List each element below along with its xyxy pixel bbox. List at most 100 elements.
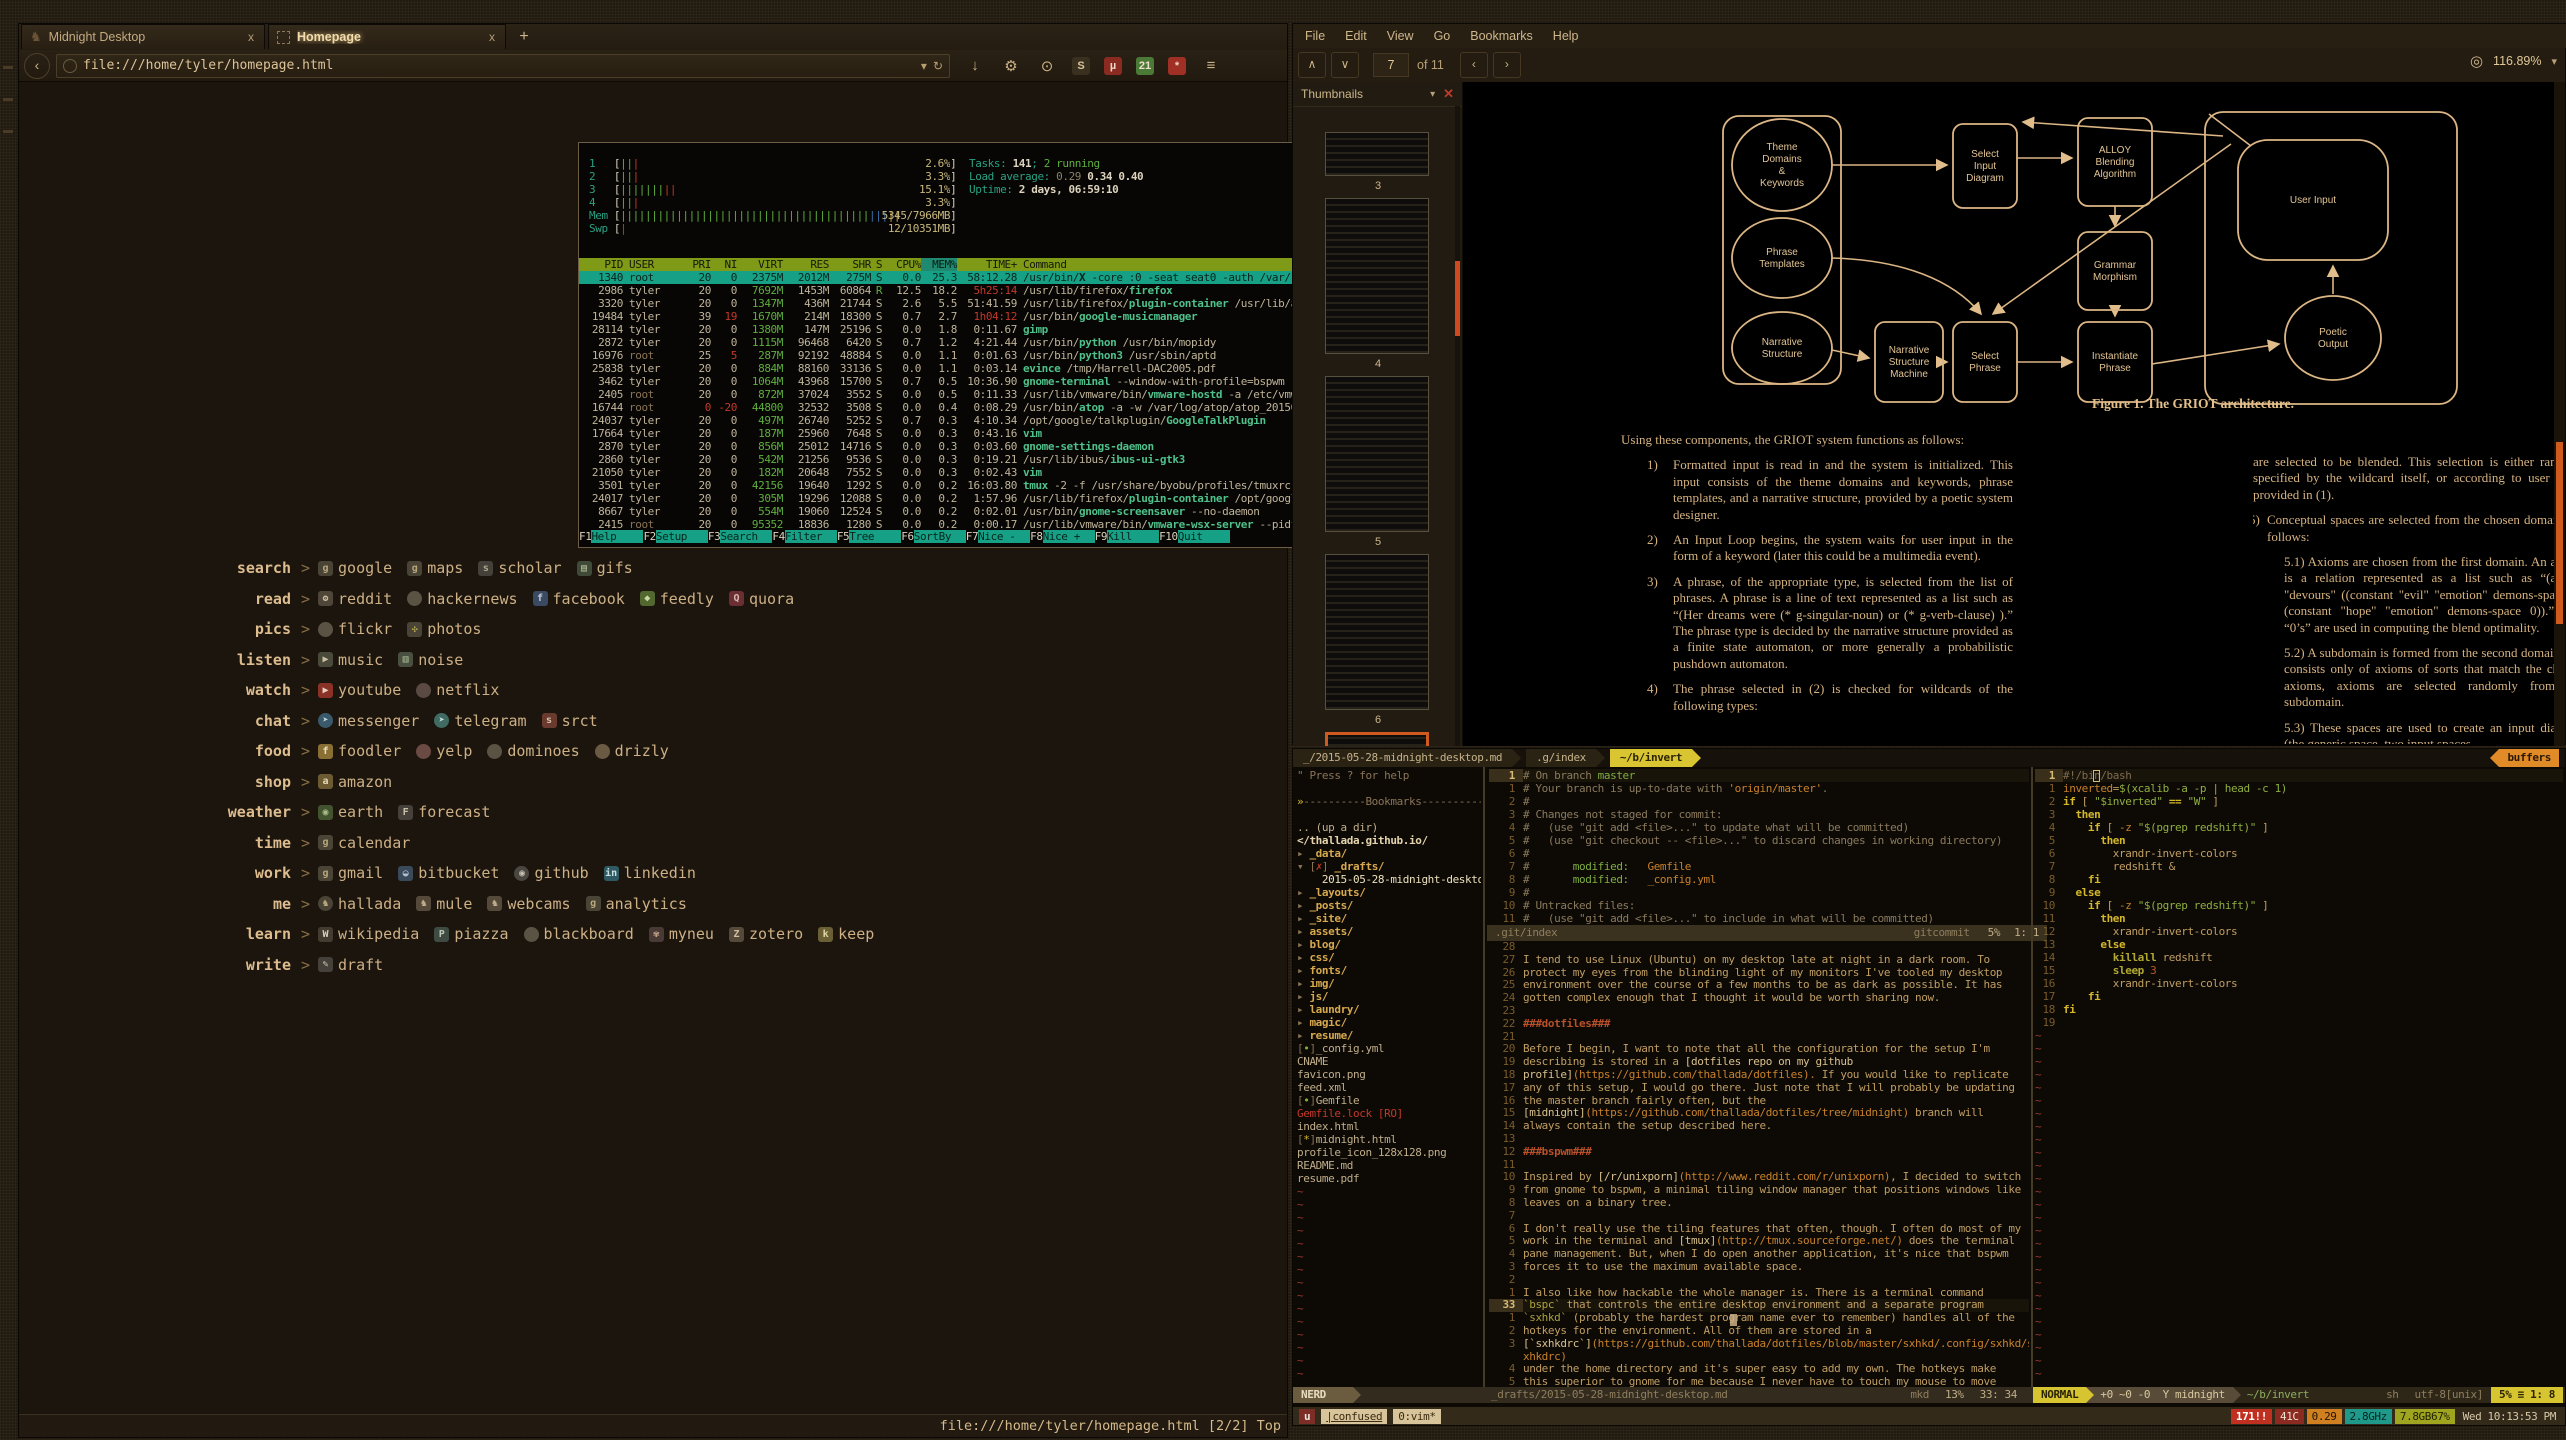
fkey-F4[interactable]: F4Filter: [772, 530, 836, 543]
adblock-icon[interactable]: *: [1168, 57, 1186, 75]
link-blackboard[interactable]: blackboard: [524, 925, 634, 943]
link-gmail[interactable]: ggmail: [318, 864, 383, 882]
process-row-1340[interactable]: 1340root2002375M2012M275MS0.025.358:12.2…: [579, 271, 1332, 284]
process-row-24017[interactable]: 24017tyler200305M1929612088S0.00.21:57.9…: [579, 492, 1332, 505]
link-music[interactable]: ▶music: [318, 651, 383, 669]
link-draft[interactable]: ✎draft: [318, 956, 383, 974]
process-row-16744[interactable]: 16744root0-2044800325323508S0.00.40:08.2…: [579, 401, 1332, 414]
byobu-item[interactable]: 0:vim*: [1393, 1409, 1440, 1424]
buffers-tag[interactable]: buffers: [2499, 749, 2559, 767]
process-row-3462[interactable]: 3462tyler2001064M4396815700S0.70.510:36.…: [579, 375, 1332, 388]
url-dropdown-icon[interactable]: ▾: [921, 59, 927, 73]
link-earth[interactable]: ◉earth: [318, 803, 383, 821]
fkey-F8[interactable]: F8Nice +: [1030, 530, 1094, 543]
link-gifs[interactable]: ▤gifs: [577, 559, 633, 577]
process-row-3320[interactable]: 3320tyler2001347M436M21744S2.65.551:41.5…: [579, 297, 1332, 310]
umatrix-icon[interactable]: µ: [1104, 57, 1122, 75]
nerdtree-line[interactable]: »----------Bookmarks----------: [1297, 795, 1481, 808]
nerdtree-line[interactable]: [1297, 782, 1481, 795]
process-row-2405[interactable]: 2405root200872M370243552S0.00.50:11.33/u…: [579, 388, 1332, 401]
nerdtree-line[interactable]: ▸ assets/: [1297, 925, 1481, 938]
page-number-input[interactable]: 7: [1373, 53, 1409, 77]
page-up-button[interactable]: ∧: [1298, 52, 1326, 78]
process-row-17664[interactable]: 17664tyler200187M259607648S0.00.30:43.16…: [579, 427, 1332, 440]
nerdtree-line[interactable]: ▸ fonts/: [1297, 964, 1481, 977]
reload-icon[interactable]: ↻: [933, 59, 943, 73]
extension-icon[interactable]: ⚙: [1000, 55, 1022, 77]
byobu-item[interactable]: 171!!: [2231, 1409, 2272, 1424]
gitcommit-pane[interactable]: 1# On branch master1# Your branch is up-…: [1489, 769, 2029, 925]
htop-column-header[interactable]: PIDUSERPRINIVIRTRESSHRSCPU%MEM%TIME+Comm…: [579, 258, 1332, 271]
link-bitbucket[interactable]: ◒bitbucket: [398, 864, 499, 882]
menu-go[interactable]: Go: [1434, 29, 1451, 43]
invert-script-pane[interactable]: 1#!/bin/bash1inverted=$(xcalib -a -p | h…: [2035, 769, 2563, 1385]
nerdtree-line[interactable]: ▸ js/: [1297, 990, 1481, 1003]
nerdtree-line[interactable]: profile_icon_128x128.png: [1297, 1146, 1481, 1159]
link-calendar[interactable]: gcalendar: [318, 834, 410, 852]
url-input[interactable]: file:///home/tyler/homepage.html: [83, 58, 915, 73]
nerdtree-line[interactable]: ▸ img/: [1297, 977, 1481, 990]
nerdtree-line[interactable]: index.html: [1297, 1120, 1481, 1133]
process-row-21050[interactable]: 21050tyler200182M206487552S0.00.30:02.43…: [579, 466, 1332, 479]
nerdtree-line[interactable]: ▸ resume/: [1297, 1029, 1481, 1042]
link-quora[interactable]: Qquora: [729, 590, 794, 608]
sidebar-scrollbar[interactable]: [1455, 106, 1460, 746]
menu-help[interactable]: Help: [1553, 29, 1579, 43]
thumbnail-page-4[interactable]: [1325, 198, 1429, 354]
link-messenger[interactable]: ➤messenger: [318, 712, 419, 730]
link-hackernews[interactable]: hackernews: [407, 590, 517, 608]
link-amazon[interactable]: aamazon: [318, 773, 392, 791]
thumbnail-page-5[interactable]: [1325, 376, 1429, 532]
process-row-2986[interactable]: 2986tyler2007692M1453M60864R12.518.25h25…: [579, 284, 1332, 297]
process-row-16976[interactable]: 16976root255287M9219248884S0.01.10:01.63…: [579, 349, 1332, 362]
link-flickr[interactable]: flickr: [318, 620, 392, 638]
link-mule[interactable]: ♞mule: [416, 895, 472, 913]
byobu-item[interactable]: u: [1299, 1409, 1315, 1424]
thumbnail-page-7[interactable]: [1325, 732, 1429, 746]
new-tab-button[interactable]: +: [511, 26, 537, 48]
url-bar[interactable]: file:///home/tyler/homepage.html ▾ ↻: [56, 54, 950, 78]
menu-file[interactable]: File: [1305, 29, 1325, 43]
process-row-25838[interactable]: 25838tyler200884M8816033136S0.01.10:03.1…: [579, 362, 1332, 375]
thumbnail-page-3[interactable]: [1325, 132, 1429, 176]
nerdtree-line[interactable]: [•]Gemfile: [1297, 1094, 1481, 1107]
fkey-F5[interactable]: F5Tree: [837, 530, 901, 543]
link-analytics[interactable]: ganalytics: [586, 895, 687, 913]
process-row-2860[interactable]: 2860tyler200542M212569536S0.00.30:19.21/…: [579, 453, 1332, 466]
link-github[interactable]: ◉github: [514, 864, 588, 882]
process-row-8667[interactable]: 8667tyler200554M1906012524S0.00.20:02.01…: [579, 505, 1332, 518]
nerdtree-line[interactable]: .. (up a dir): [1297, 821, 1481, 834]
vim-tab-1[interactable]: _/2015-05-28-midnight-desktop.md: [1293, 749, 1512, 767]
fkey-F7[interactable]: F7Nice -: [966, 530, 1030, 543]
byobu-item[interactable]: Wed 10:13:53 PM: [2458, 1409, 2561, 1424]
process-row-3501[interactable]: 3501tyler20042156196401292S0.00.216:03.8…: [579, 479, 1332, 492]
nerdtree-line[interactable]: ▸ css/: [1297, 951, 1481, 964]
link-maps[interactable]: gmaps: [407, 559, 463, 577]
fkey-F1[interactable]: F1Help: [579, 530, 643, 543]
link-telegram[interactable]: ➤telegram: [434, 712, 526, 730]
link-linkedin[interactable]: inlinkedin: [604, 864, 696, 882]
nerdtree-line[interactable]: [*]midnight.html: [1297, 1133, 1481, 1146]
menu-view[interactable]: View: [1387, 29, 1414, 43]
process-row-28114[interactable]: 28114tyler2001380M147M25196S0.01.80:11.6…: [579, 323, 1332, 336]
link-piazza[interactable]: Ppiazza: [434, 925, 508, 943]
byobu-item[interactable]: |confused: [1321, 1409, 1387, 1424]
link-photos[interactable]: ✣photos: [407, 620, 481, 638]
link-drizly[interactable]: drizly: [595, 742, 669, 760]
link-netflix[interactable]: netflix: [416, 681, 499, 699]
history-clock-icon[interactable]: ⊙: [1036, 55, 1058, 77]
sidebar-title[interactable]: Thumbnails: [1301, 87, 1422, 101]
menu-bookmarks[interactable]: Bookmarks: [1470, 29, 1533, 43]
fkey-F2[interactable]: F2Setup: [643, 530, 707, 543]
link-facebook[interactable]: ffacebook: [533, 590, 625, 608]
nerdtree-line[interactable]: [1297, 808, 1481, 821]
menu-edit[interactable]: Edit: [1345, 29, 1367, 43]
nerdtree-line[interactable]: ▸ _layouts/: [1297, 886, 1481, 899]
thumbnail-page-6[interactable]: [1325, 554, 1429, 710]
link-webcams[interactable]: ♞webcams: [487, 895, 570, 913]
pdf-scrollbar[interactable]: [2554, 82, 2565, 746]
link-scholar[interactable]: sscholar: [478, 559, 561, 577]
nerdtree-line[interactable]: ▸ _data/: [1297, 847, 1481, 860]
link-yelp[interactable]: yelp: [416, 742, 472, 760]
sidebar-caret-icon[interactable]: ▾: [1430, 89, 1435, 100]
